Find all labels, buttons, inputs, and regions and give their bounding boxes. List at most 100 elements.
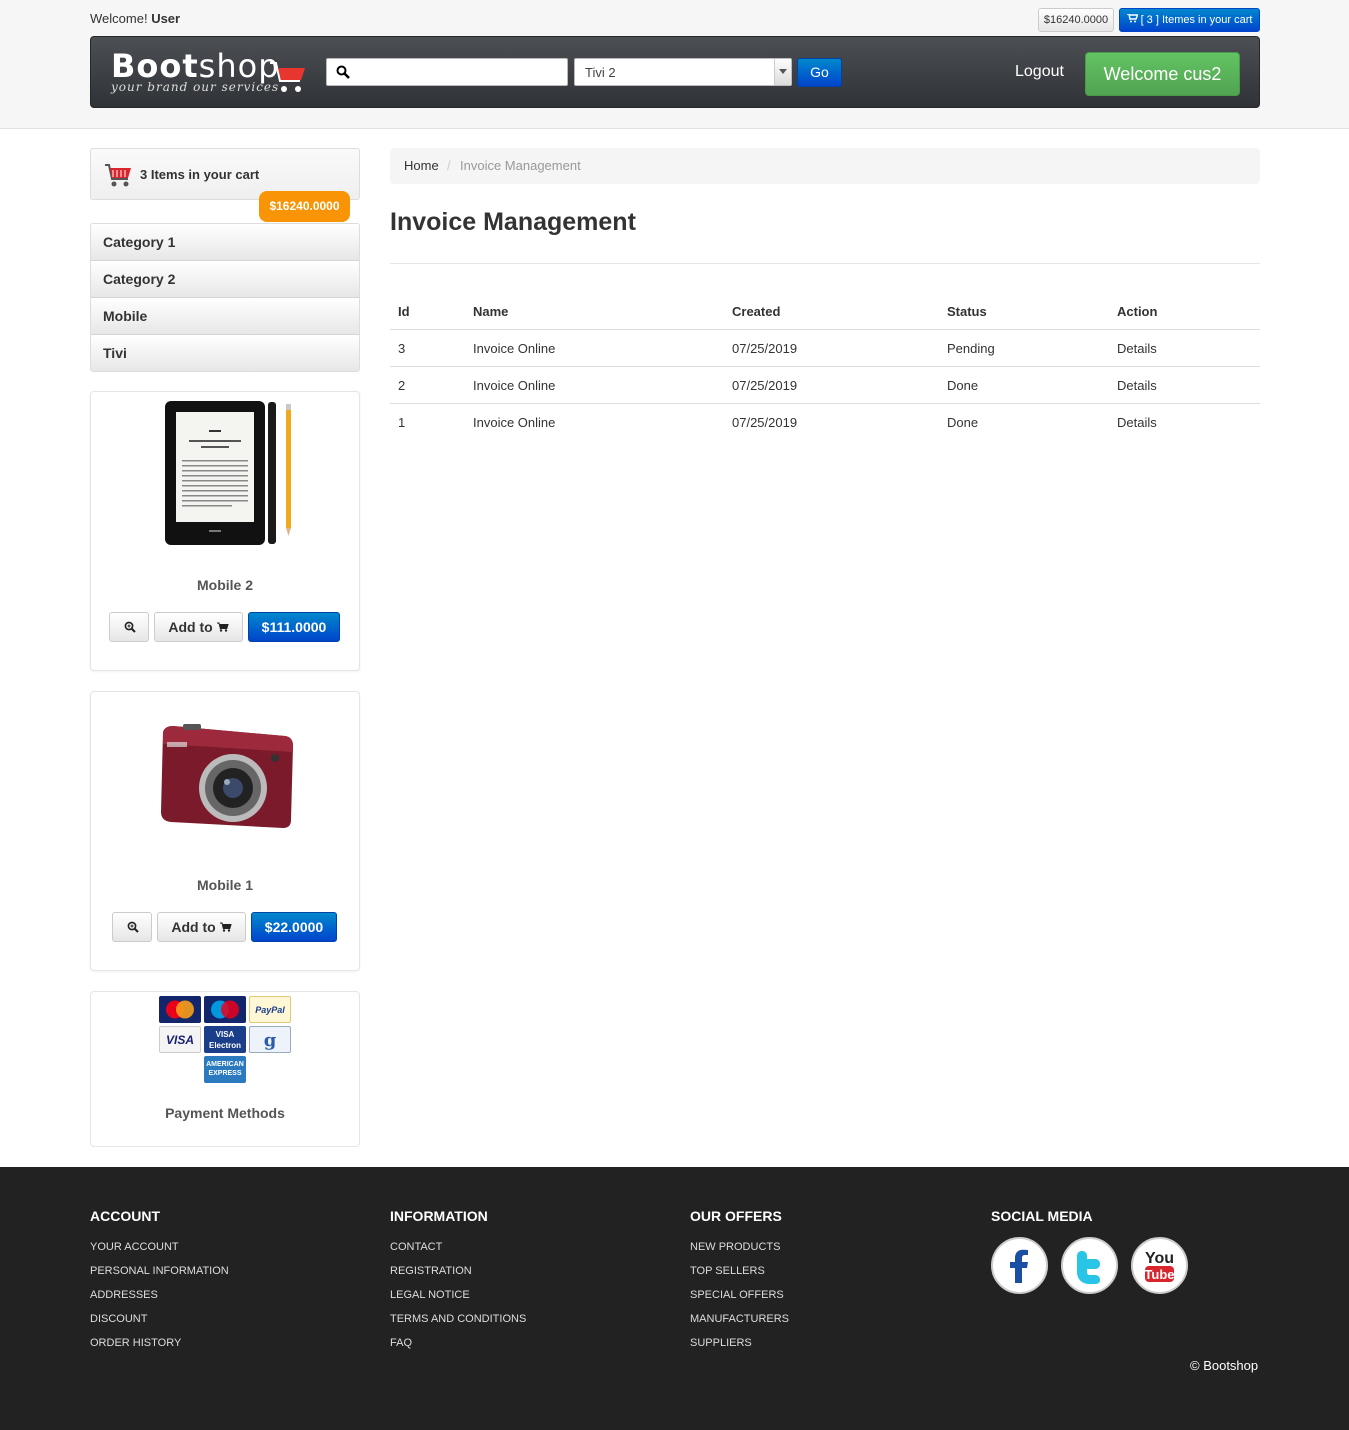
sidebar-item-category-1[interactable]: Category 1	[91, 224, 359, 261]
column-header-created: Created	[732, 304, 781, 319]
facebook-icon[interactable]	[991, 1237, 1048, 1294]
page-title: Invoice Management	[390, 208, 636, 236]
cart-button-label: [ 3 ] Itemes in your cart	[1140, 14, 1253, 26]
breadcrumb: Home / Invoice Management	[390, 148, 1260, 184]
footer-information-column: INFORMATION CONTACT REGISTRATION LEGAL N…	[390, 1208, 526, 1360]
table-row: 1 Invoice Online 07/25/2019 Done Details	[390, 404, 1260, 441]
search-field[interactable]	[326, 58, 568, 86]
footer-link-your-account[interactable]: YOUR ACCOUNT	[90, 1240, 229, 1264]
table-header-row: Id Name Created Status Action	[390, 293, 1260, 330]
footer-link-top-sellers[interactable]: TOP SELLERS	[690, 1264, 789, 1288]
cell-name: Invoice Online	[473, 341, 556, 356]
details-link[interactable]: Details	[1117, 378, 1157, 393]
footer-link-personal-information[interactable]: PERSONAL INFORMATION	[90, 1264, 229, 1288]
american-express-icon: AMERICAN EXPRESS	[204, 1056, 246, 1083]
twitter-icon[interactable]	[1061, 1237, 1118, 1294]
visa-electron-icon: VISA Electron	[204, 1026, 246, 1053]
logo-tagline: your brand our services	[111, 80, 280, 94]
mastercard-icon	[159, 996, 201, 1023]
category-select[interactable]: Tivi 2	[574, 58, 792, 86]
sidebar-item-mobile[interactable]: Mobile	[91, 298, 359, 335]
product-price-button[interactable]: $22.0000	[251, 912, 337, 942]
paypal-icon: PayPal	[249, 996, 291, 1023]
add-to-cart-button[interactable]: Add to	[154, 612, 243, 642]
footer-heading: SOCIAL MEDIA	[991, 1208, 1093, 1224]
welcome-user-button[interactable]: Welcome cus2	[1085, 52, 1240, 96]
navbar: Bootshop your brand our services Tivi 2 …	[90, 36, 1260, 108]
add-to-cart-button[interactable]: Add to	[157, 912, 246, 942]
footer-link-discount[interactable]: DISCOUNT	[90, 1312, 229, 1336]
maestro-icon	[204, 996, 246, 1023]
logout-link[interactable]: Logout	[1015, 63, 1064, 81]
footer: ACCOUNT YOUR ACCOUNT PERSONAL INFORMATIO…	[0, 1167, 1349, 1430]
welcome-username: User	[151, 11, 181, 26]
product-price-button[interactable]: $111.0000	[248, 612, 340, 642]
footer-offers-column: OUR OFFERS NEW PRODUCTS TOP SELLERS SPEC…	[690, 1208, 789, 1360]
welcome-message: Welcome! User	[90, 11, 180, 26]
footer-link-legal-notice[interactable]: LEGAL NOTICE	[390, 1288, 526, 1312]
breadcrumb-home[interactable]: Home	[404, 158, 439, 173]
footer-link-order-history[interactable]: ORDER HISTORY	[90, 1336, 229, 1360]
google-checkout-icon: g	[249, 1026, 291, 1053]
table-row: 2 Invoice Online 07/25/2019 Done Details	[390, 367, 1260, 404]
payment-methods-label: Payment Methods	[165, 1105, 285, 1121]
footer-link-registration[interactable]: REGISTRATION	[390, 1264, 526, 1288]
svg-text:You: You	[1145, 1250, 1174, 1267]
product-card-mobile-1: Mobile 1 Add to $22.0000	[90, 691, 360, 971]
bootshop-logo[interactable]: Bootshop your brand our services	[111, 47, 306, 99]
cell-status: Pending	[947, 341, 995, 356]
cell-id: 2	[398, 378, 406, 393]
go-button[interactable]: Go	[797, 58, 842, 87]
basket-icon	[105, 164, 131, 187]
column-header-action: Action	[1117, 304, 1158, 319]
cell-created: 07/25/2019	[732, 378, 798, 393]
footer-heading: INFORMATION	[390, 1208, 488, 1224]
shopping-cart-icon	[219, 922, 232, 932]
cell-name: Invoice Online	[473, 378, 556, 393]
details-link[interactable]: Details	[1117, 341, 1157, 356]
footer-link-contact[interactable]: CONTACT	[390, 1240, 526, 1264]
quick-view-button[interactable]	[112, 912, 152, 942]
chevron-down-icon[interactable]	[774, 59, 791, 85]
quick-view-button[interactable]	[109, 612, 149, 642]
sidebar-item-tivi[interactable]: Tivi	[91, 335, 359, 371]
shopping-cart-icon	[1126, 9, 1139, 31]
shopping-cart-icon	[216, 622, 229, 632]
footer-link-new-products[interactable]: NEW PRODUCTS	[690, 1240, 789, 1264]
cell-id: 1	[398, 415, 406, 430]
logo-cart-icon	[270, 62, 305, 92]
footer-link-special-offers[interactable]: SPECIAL OFFERS	[690, 1288, 789, 1312]
youtube-icon[interactable]: You Tube	[1131, 1237, 1188, 1294]
footer-link-terms[interactable]: TERMS AND CONDITIONS	[390, 1312, 526, 1336]
camera-image[interactable]	[157, 722, 297, 834]
search-icon	[336, 65, 350, 79]
cart-total-button[interactable]: $16240.0000	[1038, 8, 1114, 32]
column-header-name: Name	[473, 304, 509, 319]
product-name: Mobile 2	[196, 577, 253, 593]
search-input[interactable]	[355, 62, 560, 82]
footer-account-column: ACCOUNT YOUR ACCOUNT PERSONAL INFORMATIO…	[90, 1208, 229, 1360]
cell-created: 07/25/2019	[732, 415, 798, 430]
payment-methods-panel: PayPal VISA VISA Electron g AMERICAN EXPRE…	[90, 991, 360, 1147]
copyright: © Bootshop	[1190, 1358, 1259, 1373]
breadcrumb-separator: /	[447, 158, 451, 173]
footer-link-faq[interactable]: FAQ	[390, 1336, 526, 1360]
visa-icon: VISA	[159, 1026, 201, 1053]
column-header-id: Id	[398, 304, 410, 319]
cell-id: 3	[398, 341, 406, 356]
footer-link-addresses[interactable]: ADDRESSES	[90, 1288, 229, 1312]
footer-heading: OUR OFFERS	[690, 1208, 782, 1224]
breadcrumb-current: Invoice Management	[460, 158, 581, 173]
ebook-reader-image[interactable]	[149, 396, 299, 556]
footer-link-manufacturers[interactable]: MANUFACTURERS	[690, 1312, 789, 1336]
title-divider	[390, 263, 1260, 264]
footer-link-suppliers[interactable]: SUPPLIERS	[690, 1336, 789, 1360]
svg-text:Tube: Tube	[1144, 1267, 1174, 1282]
sidebar-item-category-2[interactable]: Category 2	[91, 261, 359, 298]
footer-social-column: SOCIAL MEDIA	[991, 1208, 1093, 1240]
category-list: Category 1 Category 2 Mobile Tivi	[90, 223, 360, 372]
cart-button[interactable]: [ 3 ] Itemes in your cart	[1119, 8, 1260, 32]
cell-status: Done	[947, 415, 979, 430]
footer-heading: ACCOUNT	[90, 1208, 160, 1224]
details-link[interactable]: Details	[1117, 415, 1157, 430]
